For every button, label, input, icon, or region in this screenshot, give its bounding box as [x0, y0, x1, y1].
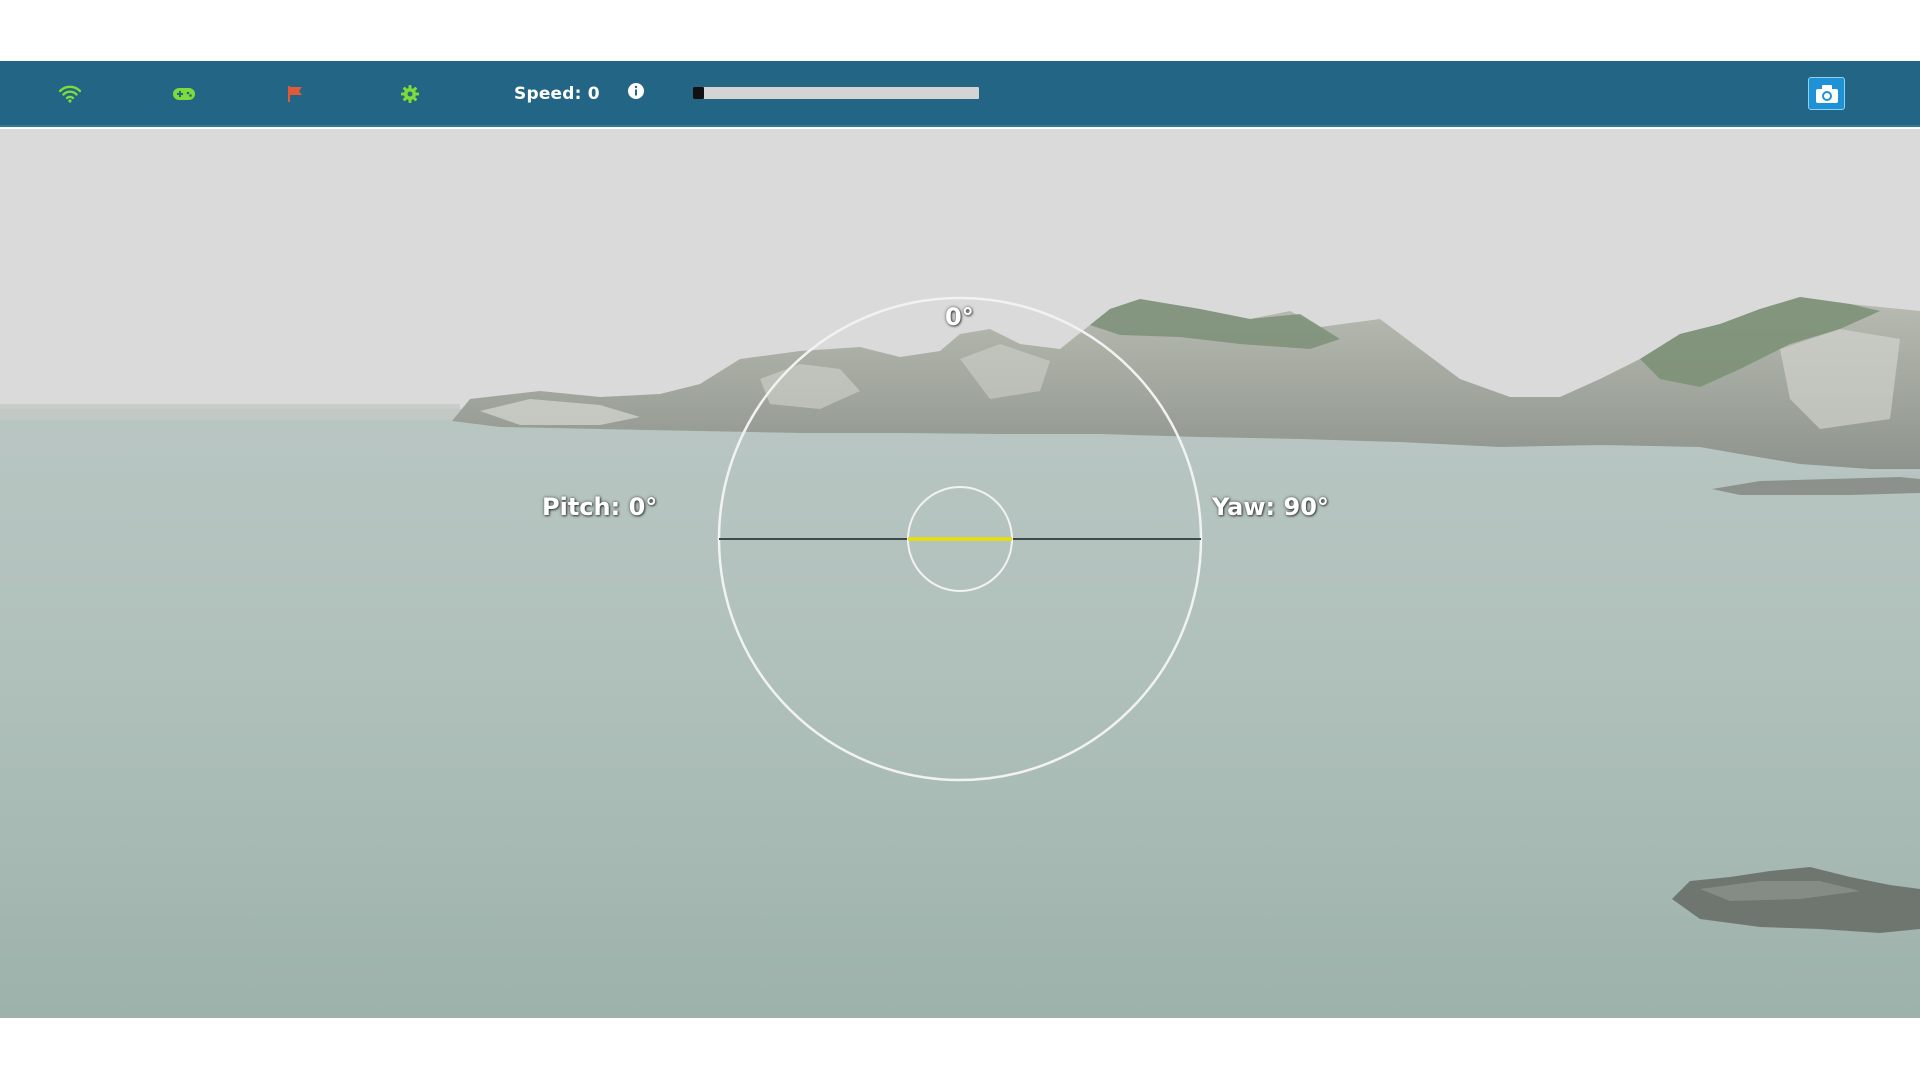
- pitch-readout: Pitch: 0°: [542, 493, 657, 521]
- pitch-value: 0°: [628, 493, 658, 521]
- yaw-value: 90°: [1283, 493, 1329, 521]
- screenshot-button[interactable]: [1808, 77, 1845, 110]
- pitch-label: Pitch:: [542, 493, 621, 521]
- speed-readout: Speed: 0: [514, 82, 600, 106]
- speed-value: 0: [587, 84, 600, 104]
- info-icon[interactable]: [627, 82, 645, 104]
- camera-feed[interactable]: 0° Pitch: 0° Yaw: 90°: [0, 129, 1920, 1018]
- attitude-indicator: [717, 296, 1203, 782]
- wifi-icon[interactable]: [57, 81, 83, 107]
- gear-icon[interactable]: [397, 81, 423, 107]
- yaw-readout: Yaw: 90°: [1212, 493, 1329, 521]
- flag-icon[interactable]: [282, 81, 308, 107]
- progress-fill: [693, 87, 705, 99]
- heading-readout: 0°: [945, 303, 974, 331]
- speed-label: Speed:: [514, 84, 582, 104]
- progress-bar: [693, 87, 979, 99]
- camera-icon: [1815, 84, 1838, 103]
- yaw-label: Yaw:: [1212, 493, 1276, 521]
- page: Speed: 0 0° Pitch: 0° Yaw: 90°: [0, 0, 1920, 1080]
- gamepad-icon[interactable]: [171, 81, 197, 107]
